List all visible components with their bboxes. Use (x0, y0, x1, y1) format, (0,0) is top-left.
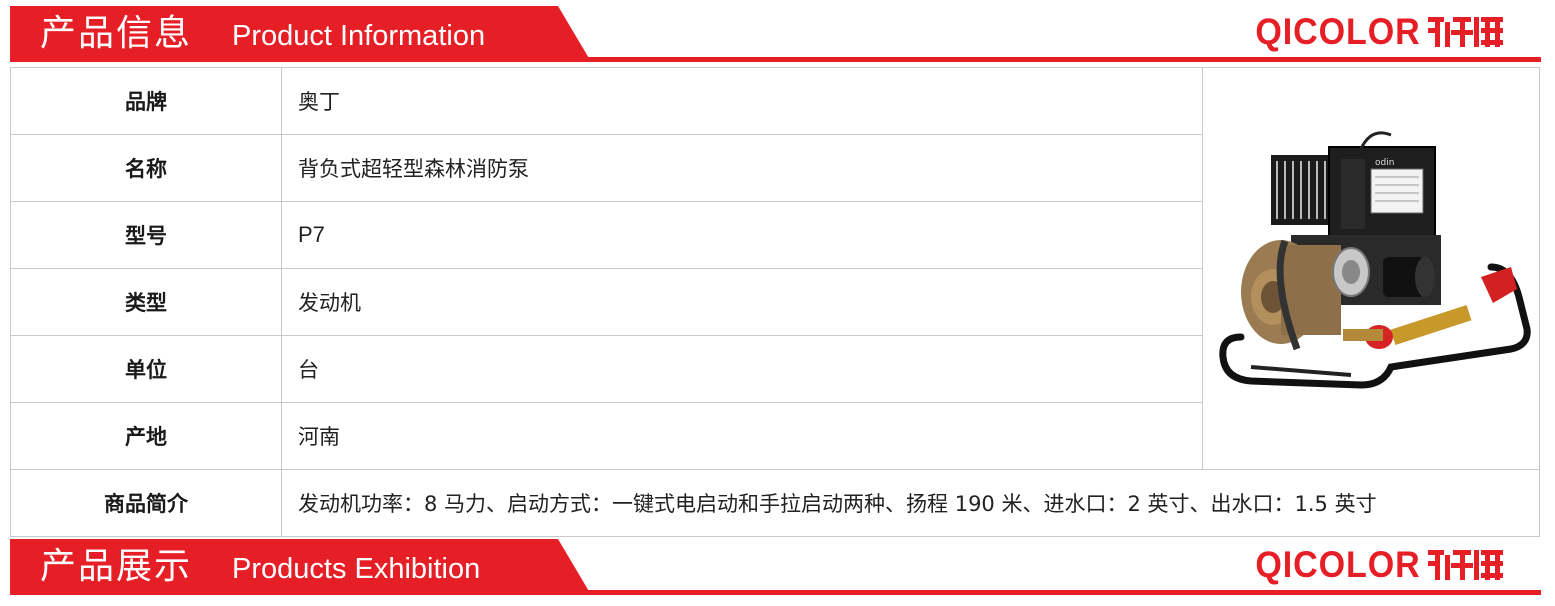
row-value: 台 (281, 335, 1203, 403)
header-title-en: Product Information (232, 20, 486, 52)
row-value: P7 (281, 201, 1203, 269)
row-value: 河南 (281, 402, 1203, 470)
header-title-cn: 产品信息 (40, 13, 193, 54)
product-image-cell: odin (1202, 67, 1540, 470)
header-rule (10, 590, 1541, 595)
row-label: 单位 (10, 335, 282, 403)
row-value: 奥丁 (281, 67, 1203, 135)
intro-value: 发动机功率：8 马力、启动方式：一键式电启动和手拉启动两种、扬程 190 米、进… (281, 469, 1540, 537)
engine-label: odin (1375, 158, 1394, 168)
row-label: 型号 (10, 201, 282, 269)
fire-pump-image: odin (1219, 130, 1531, 389)
brand-wordmark: QICOLOR (1255, 544, 1421, 585)
row-label: 品牌 (10, 67, 282, 135)
table-row: 品牌 奥丁 odin (10, 67, 1540, 470)
section-header-exhibition: 产品展示 Products Exhibition QICOLOR (0, 533, 1555, 597)
header-rule (10, 57, 1541, 62)
brand-wordmark: QICOLOR (1255, 11, 1421, 52)
row-label: 类型 (10, 268, 282, 336)
row-value: 发动机 (281, 268, 1203, 336)
brand-cn-glyphs-icon (1428, 17, 1503, 47)
brand-logo: QICOLOR (1241, 543, 1505, 587)
row-label: 名称 (10, 134, 282, 202)
header-title-en: Products Exhibition (232, 553, 481, 585)
table-row-intro: 商品简介 发动机功率：8 马力、启动方式：一键式电启动和手拉启动两种、扬程 19… (10, 469, 1540, 537)
row-label: 产地 (10, 402, 282, 470)
spec-table: 品牌 奥丁 odin 名称 背负式超轻型森林消防泵 型号 P7 类型 发动机 单… (10, 67, 1540, 537)
intro-label: 商品简介 (10, 469, 282, 537)
section-header-product-info: 产品信息 Product Information QICOLOR (0, 0, 1555, 64)
brand-cn-glyphs-icon (1428, 550, 1503, 580)
brand-logo: QICOLOR (1241, 10, 1505, 54)
row-value: 背负式超轻型森林消防泵 (281, 134, 1203, 202)
header-title-cn: 产品展示 (40, 546, 193, 587)
